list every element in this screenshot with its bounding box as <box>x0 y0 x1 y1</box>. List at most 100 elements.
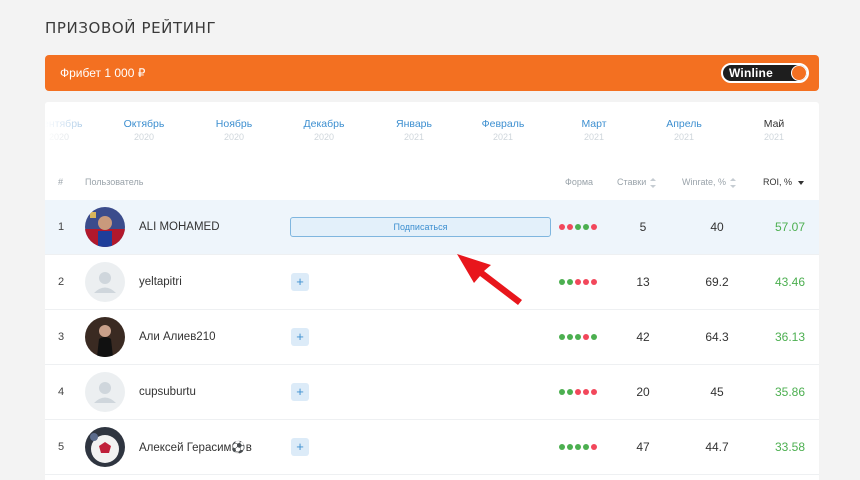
row-roi: 36.13 <box>774 330 805 344</box>
month-name: Февраль <box>481 118 525 130</box>
plus-subscribe-button[interactable]: + <box>291 383 309 401</box>
win-dot-icon <box>567 389 573 395</box>
avatar[interactable] <box>85 427 125 467</box>
loss-dot-icon <box>591 279 597 285</box>
month-tab[interactable]: Май 2021 <box>729 118 819 142</box>
loss-dot-icon <box>591 224 597 230</box>
row-bets: 5 <box>639 220 647 234</box>
win-dot-icon <box>559 279 565 285</box>
month-tab[interactable]: Сентябрь 2020 <box>45 118 104 142</box>
username-link[interactable]: yeltapitri <box>139 276 182 288</box>
month-year: 2020 <box>48 132 70 142</box>
username-link[interactable]: Алексей Герасим⚽в <box>139 440 252 454</box>
promo-banner[interactable]: Фрибет 1 000 ₽ Winline <box>45 55 819 91</box>
month-year: 2020 <box>133 132 155 142</box>
loss-dot-icon <box>575 389 581 395</box>
row-roi: 35.86 <box>774 385 805 399</box>
row-bets: 13 <box>636 275 650 289</box>
month-name: Ноябрь <box>215 118 253 130</box>
username-link[interactable]: Али Алиев210 <box>139 331 216 343</box>
month-tab[interactable]: Ноябрь 2020 <box>189 118 279 142</box>
row-winrate: 69.2 <box>705 275 729 289</box>
row-rank: 1 <box>58 221 65 233</box>
month-tab[interactable]: Октябрь 2020 <box>99 118 189 142</box>
row-winrate: 45 <box>710 385 724 399</box>
win-dot-icon <box>567 444 573 450</box>
win-dot-icon <box>583 444 589 450</box>
month-tab[interactable]: Февраль 2021 <box>458 118 548 142</box>
avatar[interactable] <box>85 262 125 302</box>
form-indicator <box>559 334 597 340</box>
winline-logo: Winline <box>721 63 809 83</box>
table-row[interactable]: 5 Алексей Герасим⚽в +47 44.7 33.58 <box>45 420 819 475</box>
win-dot-icon <box>591 334 597 340</box>
win-dot-icon <box>559 444 565 450</box>
win-dot-icon <box>575 444 581 450</box>
loss-dot-icon <box>567 224 573 230</box>
avatar[interactable] <box>85 207 125 247</box>
win-dot-icon <box>567 279 573 285</box>
form-indicator <box>559 444 597 450</box>
header-bets[interactable]: Ставки <box>617 177 657 188</box>
rating-card: Сентябрь2020Октябрь2020Ноябрь2020Декабрь… <box>45 102 819 480</box>
month-year: 2021 <box>763 132 785 142</box>
form-indicator <box>559 279 597 285</box>
row-winrate: 64.3 <box>705 330 729 344</box>
username-link[interactable]: cupsuburtu <box>139 386 196 398</box>
row-roi: 33.58 <box>774 440 805 454</box>
header-rank: # <box>58 177 64 187</box>
loss-dot-icon <box>559 224 565 230</box>
avatar[interactable] <box>85 372 125 412</box>
header-roi[interactable]: ROI, % <box>763 177 805 187</box>
row-bets: 20 <box>636 385 650 399</box>
table-row[interactable]: 4 cupsuburtu +20 45 35.86 <box>45 365 819 420</box>
month-name: Декабрь <box>303 118 345 130</box>
subscribe-button[interactable]: Подписаться <box>290 217 551 237</box>
loss-dot-icon <box>591 389 597 395</box>
row-roi: 43.46 <box>774 275 805 289</box>
plus-subscribe-button[interactable]: + <box>291 328 309 346</box>
row-winrate: 40 <box>710 220 724 234</box>
month-year: 2021 <box>673 132 695 142</box>
winline-logo-text: Winline <box>729 66 773 80</box>
month-name: Май <box>763 118 785 130</box>
table-row[interactable]: 2 yeltapitri +13 69.2 43.46 <box>45 255 819 310</box>
month-year: 2020 <box>313 132 335 142</box>
win-dot-icon <box>575 334 581 340</box>
win-dot-icon <box>559 334 565 340</box>
row-rank: 2 <box>58 276 65 288</box>
month-tab[interactable]: Апрель 2021 <box>639 118 729 142</box>
row-bets: 47 <box>636 440 650 454</box>
header-user: Пользователь <box>85 177 144 187</box>
sort-desc-icon[interactable] <box>798 180 805 185</box>
win-dot-icon <box>559 389 565 395</box>
plus-subscribe-button[interactable]: + <box>291 273 309 291</box>
header-bets-label: Ставки <box>617 177 647 187</box>
month-name: Октябрь <box>123 118 165 130</box>
month-tab[interactable]: Март 2021 <box>549 118 639 142</box>
avatar[interactable] <box>85 317 125 357</box>
table-header: # Пользователь Форма Ставки Winrate, % R… <box>45 174 819 190</box>
month-year: 2021 <box>403 132 425 142</box>
month-name: Сентябрь <box>45 118 83 130</box>
row-rank: 5 <box>58 441 65 453</box>
win-dot-icon <box>575 224 581 230</box>
header-winrate[interactable]: Winrate, % <box>682 177 737 188</box>
username-link[interactable]: ALI MOHAMED <box>139 221 220 233</box>
loss-dot-icon <box>575 279 581 285</box>
month-tab[interactable]: Январь 2021 <box>369 118 459 142</box>
table-row[interactable]: 3 Али Алиев210 +42 64.3 36.13 <box>45 310 819 365</box>
table-row[interactable]: 1 ALI MOHAMED Подписаться 5 40 57.07 <box>45 200 819 255</box>
row-rank: 3 <box>58 331 65 343</box>
header-winrate-label: Winrate, % <box>682 177 727 187</box>
month-name: Март <box>581 118 607 130</box>
row-rank: 4 <box>58 386 65 398</box>
sort-icon[interactable] <box>650 177 657 188</box>
sort-icon[interactable] <box>730 177 737 188</box>
loss-dot-icon <box>583 389 589 395</box>
loss-dot-icon <box>583 279 589 285</box>
month-tab[interactable]: Декабрь 2020 <box>279 118 369 142</box>
header-form: Форма <box>565 177 594 187</box>
plus-subscribe-button[interactable]: + <box>291 438 309 456</box>
month-year: 2021 <box>583 132 605 142</box>
